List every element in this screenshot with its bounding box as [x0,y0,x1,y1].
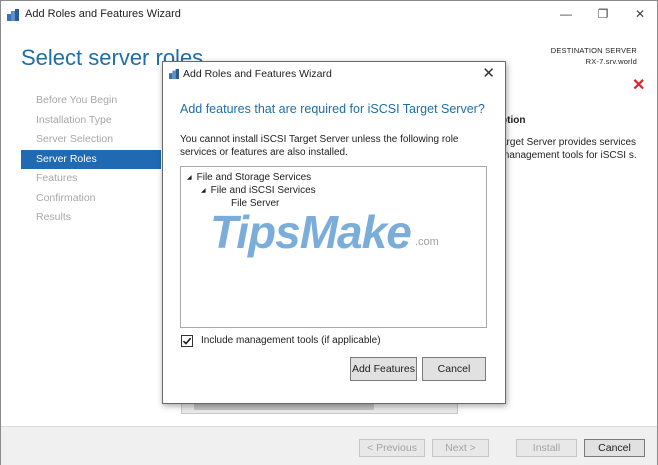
server-manager-icon [6,9,20,24]
include-management-tools-checkbox[interactable] [181,335,193,347]
include-management-tools-label[interactable]: Include management tools (if applicable) [201,335,381,346]
destination-server-info: DESTINATION SERVER RX-7.srv.world [551,45,637,67]
nav-item-before-you-begin[interactable]: Before You Begin [21,91,161,111]
dialog-title: Add Roles and Features Wizard [183,68,332,80]
expanded-triangle-icon[interactable]: ◢ [187,174,192,181]
error-x-icon: ✕ [632,77,646,94]
nav-item-server-roles[interactable]: Server Roles [21,149,161,169]
nav-item-confirmation[interactable]: Confirmation [21,189,161,209]
checkmark-icon [182,337,192,345]
scrollbar-thumb[interactable] [194,403,374,410]
title-bar: Add Roles and Features Wizard — ❐ ✕ [1,1,657,29]
previous-button[interactable]: < Previous [359,439,425,457]
window-close-button[interactable]: ✕ [627,5,653,23]
tree-item-file-storage-services[interactable]: ◢ File and Storage Services [187,172,311,183]
server-manager-icon [168,69,180,82]
watermark-logo: TipsMake [210,206,412,258]
watermark-suffix: .com [415,236,439,248]
restore-button[interactable]: ❐ [590,5,616,23]
wizard-footer: < Previous Next > Install Cancel [1,426,657,465]
description-text: arget Server provides services managemen… [501,137,637,161]
dialog-cancel-button[interactable]: Cancel [422,357,486,381]
install-button[interactable]: Install [516,439,577,457]
destination-server-name: RX-7.srv.world [585,57,637,66]
nav-item-server-selection[interactable]: Server Selection [21,130,161,150]
wizard-nav: Before You Begin Installation Type Serve… [21,91,161,228]
next-button[interactable]: Next > [432,439,489,457]
tree-item-file-iscsi-services[interactable]: ◢ File and iSCSI Services [201,185,316,196]
close-icon[interactable]: ✕ [482,64,495,82]
nav-item-results[interactable]: Results [21,208,161,228]
dialog-message: You cannot install iSCSI Target Server u… [180,134,459,158]
minimize-button[interactable]: — [553,5,579,23]
dialog-heading: Add features that are required for iSCSI… [180,102,485,116]
cancel-button[interactable]: Cancel [584,439,645,457]
destination-label: DESTINATION SERVER [550,46,637,55]
nav-item-installation-type[interactable]: Installation Type [21,111,161,131]
add-features-button[interactable]: Add Features [350,357,417,381]
expanded-triangle-icon[interactable]: ◢ [201,187,206,194]
window-title: Add Roles and Features Wizard [25,8,181,20]
nav-item-features[interactable]: Features [21,169,161,189]
